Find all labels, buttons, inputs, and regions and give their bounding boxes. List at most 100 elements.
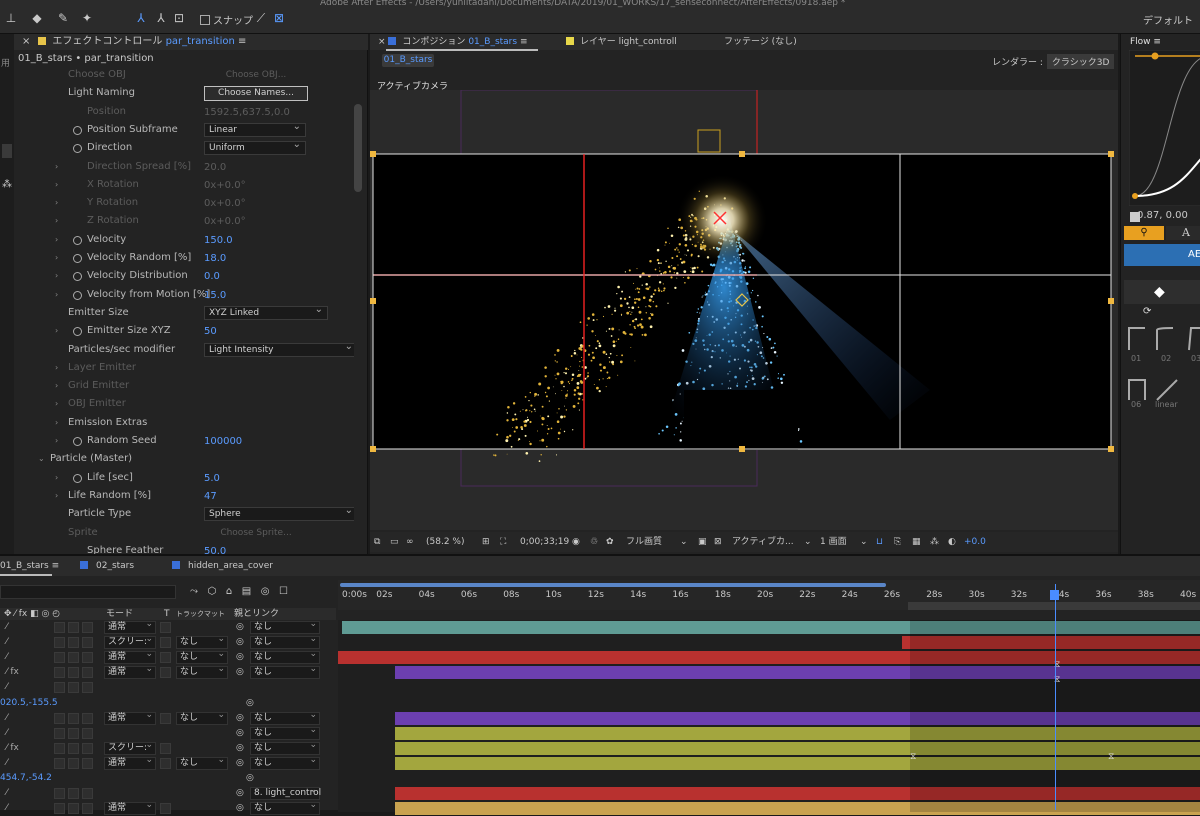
flowchart-icon[interactable]: ⁂ [2, 179, 12, 190]
layer-row[interactable]: 020.5,-155.5 ◎ [0, 696, 336, 711]
preset-06-icon[interactable] [1128, 379, 1146, 400]
property-value[interactable]: 454.7,-54.2 [0, 771, 52, 786]
twirl-chevron-icon[interactable]: › [55, 212, 58, 230]
key-mode-button[interactable]: ⚲ [1124, 226, 1164, 240]
layer-switch-box[interactable] [54, 622, 65, 633]
pickwhip-icon[interactable]: ◎ [236, 635, 244, 650]
effect-property-value[interactable]: 47 [204, 488, 217, 506]
twirl-chevron-icon[interactable]: ⌄ [38, 450, 45, 468]
preset-02-icon[interactable] [1156, 327, 1174, 350]
pickwhip-icon[interactable]: ◎ [236, 756, 244, 771]
comp-breadcrumb[interactable]: 01_B_stars [382, 54, 434, 67]
time-ruler[interactable]: 0:00s 02s 04s 06s 08s 10s 12s 14s 16s 18s 20s 22s 24… [338, 580, 1200, 610]
draft-3d-icon[interactable]: ⬡ [208, 586, 217, 597]
twirl-chevron-icon[interactable]: › [55, 432, 58, 450]
twirl-chevron-icon[interactable]: › [55, 231, 58, 249]
exposure-value[interactable]: +0.0 [964, 532, 986, 552]
reset-exposure-icon[interactable]: ◐ [948, 532, 956, 552]
keyframe-icon[interactable]: ⧖ [1108, 752, 1114, 762]
track-matte-dropdown[interactable]: なし [176, 710, 228, 725]
stopwatch-icon[interactable] [73, 437, 82, 446]
effect-property-row[interactable]: › Layer Emitter [14, 359, 354, 377]
effect-property-row[interactable]: › Life [sec] 5.0 [14, 469, 354, 487]
layer-switch-box[interactable] [82, 667, 93, 679]
pixel-aspect-icon[interactable]: ⊔ [876, 532, 883, 552]
layer-switches[interactable]: ⁄ fx [6, 665, 19, 680]
layer-row[interactable]: ⁄ 通常 ◎ なし [0, 800, 336, 816]
layer-switch-box[interactable] [82, 682, 93, 694]
blend-mode-dropdown[interactable]: 通常 [104, 664, 156, 680]
layer-switches[interactable]: ⁄ [6, 786, 8, 801]
pin-icon[interactable]: ✦ [80, 11, 94, 25]
layer-row[interactable]: ⁄ ◎ なし [0, 725, 336, 741]
tab-composition[interactable]: × コンポジション 01_B_stars ≡ [378, 34, 527, 50]
layer-switch-box[interactable] [68, 742, 79, 754]
show-snapshot-icon[interactable]: ♲ [590, 532, 598, 552]
null-object-handle[interactable] [697, 129, 721, 153]
layer-row[interactable]: ⁄ fx スクリー: ◎ なし [0, 740, 336, 756]
layer-switch-box[interactable] [68, 712, 79, 724]
layer-switch-box[interactable] [68, 622, 79, 633]
layer-switches[interactable]: ⁄ [6, 680, 8, 695]
stopwatch-icon[interactable] [73, 125, 82, 135]
effect-property-row[interactable]: Position Subframe Linear [14, 121, 354, 139]
layer-switch-box[interactable] [68, 727, 79, 739]
preserve-transparency-box[interactable] [160, 652, 171, 664]
timeline-icon[interactable]: ▦ [912, 532, 921, 552]
easing-value[interactable]: 0.87, 0.00 [1137, 210, 1188, 221]
effect-property-value[interactable]: 100000 [204, 433, 242, 451]
effect-property-row[interactable]: › Random Seed 100000 [14, 432, 354, 450]
pickwhip-icon[interactable]: ◎ [236, 665, 244, 680]
effect-property-row[interactable]: › Direction Spread [%] 20.0 [14, 158, 354, 176]
effect-property-dropdown[interactable]: Sphere [204, 505, 354, 522]
twirl-chevron-icon[interactable]: › [55, 359, 58, 377]
text-mode-button[interactable]: A [1166, 226, 1200, 240]
twirl-chevron-icon[interactable]: › [55, 487, 58, 505]
snap-checkbox[interactable] [200, 15, 210, 25]
effect-property-value[interactable]: 0x+0.0° [204, 195, 246, 213]
layer-switch-box[interactable] [82, 803, 93, 815]
pickwhip-icon[interactable]: ◎ [236, 711, 244, 726]
effect-panel-scrollbar[interactable] [354, 104, 362, 192]
effect-property-row[interactable]: › Velocity 150.0 [14, 231, 354, 249]
effect-property-row[interactable]: › Velocity Random [%] 18.0 [14, 249, 354, 267]
layer-switch-box[interactable] [82, 712, 93, 724]
timeline-tab-hidden-area-cover[interactable]: hidden_area_cover [172, 556, 273, 576]
layer-switches[interactable]: ⁄ [6, 801, 8, 816]
local-axis-icon[interactable]: ⅄ [134, 11, 148, 25]
blend-mode-dropdown[interactable]: 通常 [104, 649, 156, 665]
effect-property-row[interactable]: › Emission Extras [14, 414, 354, 432]
layer-switch-box[interactable] [54, 727, 65, 739]
effect-property-row[interactable]: › Y Rotation 0x+0.0° [14, 194, 354, 212]
parent-dropdown[interactable]: なし [250, 740, 320, 755]
shy-icon[interactable]: ⌂ [226, 586, 232, 597]
layer-switch-box[interactable] [82, 652, 93, 664]
motion-blur-icon[interactable]: ◎ [261, 586, 270, 597]
easing-handle-in[interactable] [1132, 193, 1138, 199]
comp-flowchart-icon[interactable]: ⤳ [190, 586, 198, 597]
layer-switch-box[interactable] [82, 727, 93, 739]
effect-property-row[interactable]: › Velocity Distribution 0.0 [14, 267, 354, 285]
stopwatch-icon[interactable] [73, 290, 82, 300]
stopwatch-icon[interactable] [73, 272, 82, 282]
pickwhip-icon[interactable]: ◎ [246, 771, 254, 786]
twirl-chevron-icon[interactable]: › [55, 267, 58, 285]
effect-property-row[interactable]: Sprite Choose Sprite... [14, 524, 354, 542]
puppet-pin-icon[interactable]: ⊥ [4, 11, 18, 25]
layer-switches[interactable]: ⁄ [6, 726, 8, 741]
resolution-dropdown-icon[interactable]: ⌄ [680, 532, 688, 552]
effect-property-value[interactable]: 50.0 [204, 543, 226, 554]
pickwhip-icon[interactable]: ◎ [246, 696, 254, 711]
layer-switch-box[interactable] [54, 682, 65, 694]
twirl-chevron-icon[interactable]: › [55, 469, 58, 487]
tab-layer[interactable]: レイヤー light_controll [566, 34, 677, 50]
layer-switch-box[interactable] [68, 667, 79, 679]
effect-property-value[interactable]: 1592.5,637.5,0.0 [204, 104, 290, 122]
property-value[interactable]: 020.5,-155.5 [0, 696, 58, 711]
layer-row[interactable]: ⁄ スクリー: なし ◎ なし [0, 634, 336, 650]
apply-button[interactable]: AE [1124, 244, 1200, 266]
effect-property-value[interactable]: 18.0 [204, 250, 226, 268]
layer-row[interactable]: ⁄ ◎ 8. light_control [0, 785, 336, 801]
layer-row[interactable]: ⁄ [0, 680, 336, 695]
resolution-select[interactable]: フル画質 [626, 532, 662, 552]
